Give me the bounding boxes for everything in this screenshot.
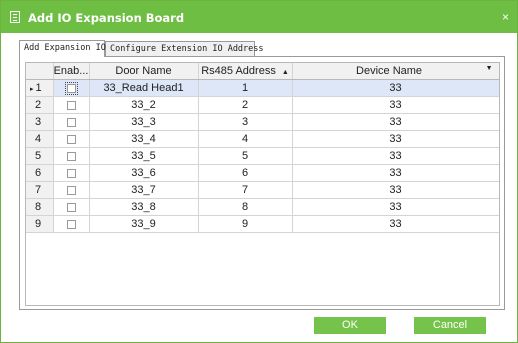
cancel-button[interactable]: Cancel <box>414 317 486 334</box>
enabled-cell <box>53 79 90 97</box>
enabled-checkbox[interactable] <box>66 100 76 110</box>
device-name-label: Device Name <box>356 65 423 77</box>
enabled-checkbox[interactable] <box>64 81 78 95</box>
enabled-checkbox[interactable] <box>66 185 76 195</box>
column-header-device-name[interactable]: Device Name ▼ <box>292 63 499 80</box>
enabled-checkbox[interactable] <box>66 134 76 144</box>
device-name-cell[interactable]: 33 <box>292 113 499 131</box>
rs485-address-cell[interactable]: 6 <box>198 164 293 182</box>
door-name-cell[interactable]: 33_8 <box>89 198 199 216</box>
door-name-cell[interactable]: 33_6 <box>89 164 199 182</box>
enabled-cell <box>53 113 90 131</box>
row-number-cell: 9 <box>26 215 54 233</box>
door-name-cell[interactable]: 33_2 <box>89 96 199 114</box>
table-row[interactable]: 4 33_4 4 33 <box>26 130 499 148</box>
enabled-checkbox[interactable] <box>66 151 76 161</box>
device-name-cell[interactable]: 33 <box>292 130 499 148</box>
enabled-checkbox[interactable] <box>66 117 76 127</box>
row-number-cell: 5 <box>26 147 54 165</box>
enabled-cell <box>53 130 90 148</box>
table-row[interactable]: 6 33_6 6 33 <box>26 164 499 182</box>
dialog-title: Add IO Expansion Board <box>28 11 185 25</box>
row-number-cell: 2 <box>26 96 54 114</box>
sort-ascending-icon: ▲ <box>281 69 289 76</box>
device-name-cell[interactable]: 33 <box>292 164 499 182</box>
tab-panel: Enab... Door Name Rs485 Address ▲ Device … <box>19 56 505 310</box>
tab-configure-extension-io-address[interactable]: Configure Extension IO Address <box>105 41 264 56</box>
enabled-checkbox[interactable] <box>66 168 76 178</box>
close-icon[interactable]: × <box>502 10 509 24</box>
column-header-rs485-address[interactable]: Rs485 Address ▲ <box>198 63 293 80</box>
column-header-enabled[interactable]: Enab... <box>53 63 90 80</box>
rs485-address-label: Rs485 Address <box>201 65 276 77</box>
table-row[interactable]: 5 33_5 5 33 <box>26 147 499 165</box>
device-name-cell[interactable]: 33 <box>292 96 499 114</box>
door-name-cell[interactable]: 33_Read Head1 <box>89 79 199 97</box>
device-name-cell[interactable]: 33 <box>292 181 499 199</box>
door-name-cell[interactable]: 33_9 <box>89 215 199 233</box>
row-number-cell: ▸ 1 <box>26 79 54 97</box>
ok-button[interactable]: OK <box>314 317 386 334</box>
row-number-cell: 4 <box>26 130 54 148</box>
row-header-corner <box>26 63 54 80</box>
row-number-cell: 6 <box>26 164 54 182</box>
window-icon <box>10 11 20 23</box>
row-number: 1 <box>35 82 42 94</box>
table-row[interactable]: 7 33_7 7 33 <box>26 181 499 199</box>
rs485-address-cell[interactable]: 3 <box>198 113 293 131</box>
enabled-checkbox[interactable] <box>66 219 76 229</box>
column-header-door-name[interactable]: Door Name <box>89 63 199 80</box>
table-row[interactable]: 3 33_3 3 33 <box>26 113 499 131</box>
rs485-address-cell[interactable]: 5 <box>198 147 293 165</box>
door-name-cell[interactable]: 33_3 <box>89 113 199 131</box>
rs485-address-cell[interactable]: 9 <box>198 215 293 233</box>
device-name-cell[interactable]: 33 <box>292 198 499 216</box>
enabled-cell <box>53 164 90 182</box>
row-number-cell: 3 <box>26 113 54 131</box>
door-name-cell[interactable]: 33_4 <box>89 130 199 148</box>
row-number-cell: 8 <box>26 198 54 216</box>
io-board-table: Enab... Door Name Rs485 Address ▲ Device … <box>26 63 499 233</box>
chevron-down-icon[interactable]: ▼ <box>486 65 493 72</box>
tab-add-expansion-io[interactable]: Add Expansion IO <box>19 40 106 57</box>
io-board-grid[interactable]: Enab... Door Name Rs485 Address ▲ Device … <box>25 62 500 306</box>
rs485-address-cell[interactable]: 2 <box>198 96 293 114</box>
table-row[interactable]: 9 33_9 9 33 <box>26 215 499 233</box>
rs485-address-cell[interactable]: 1 <box>198 79 293 97</box>
enabled-cell <box>53 215 90 233</box>
current-row-icon: ▸ <box>30 86 34 93</box>
door-name-cell[interactable]: 33_5 <box>89 147 199 165</box>
rs485-address-cell[interactable]: 4 <box>198 130 293 148</box>
rs485-address-cell[interactable]: 7 <box>198 181 293 199</box>
table-row[interactable]: 8 33_8 8 33 <box>26 198 499 216</box>
rs485-address-cell[interactable]: 8 <box>198 198 293 216</box>
device-name-cell[interactable]: 33 <box>292 147 499 165</box>
device-name-cell[interactable]: 33 <box>292 79 499 97</box>
table-row[interactable]: 2 33_2 2 33 <box>26 96 499 114</box>
enabled-checkbox[interactable] <box>66 202 76 212</box>
enabled-cell <box>53 147 90 165</box>
table-header-row: Enab... Door Name Rs485 Address ▲ Device … <box>26 63 499 80</box>
enabled-cell <box>53 198 90 216</box>
title-bar[interactable]: Add IO Expansion Board × <box>1 1 517 33</box>
door-name-cell[interactable]: 33_7 <box>89 181 199 199</box>
enabled-cell <box>53 181 90 199</box>
table-row[interactable]: ▸ 1 33_Read Head1 1 33 <box>26 79 499 97</box>
row-number-cell: 7 <box>26 181 54 199</box>
enabled-cell <box>53 96 90 114</box>
add-io-expansion-dialog: Add IO Expansion Board × Add Expansion I… <box>0 0 518 343</box>
device-name-cell[interactable]: 33 <box>292 215 499 233</box>
